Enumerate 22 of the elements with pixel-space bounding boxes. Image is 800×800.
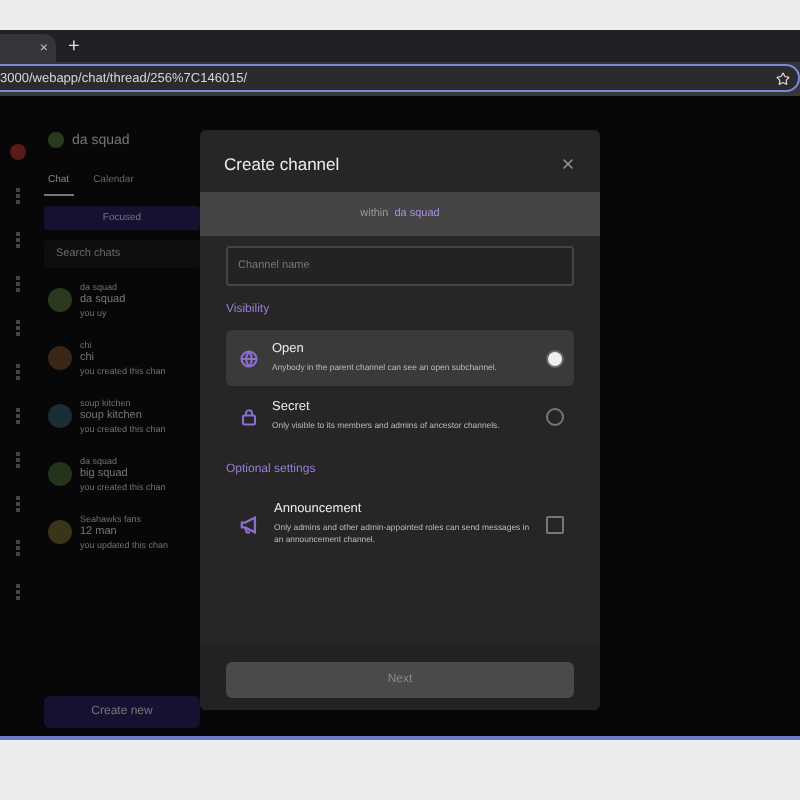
bookmark-star-icon[interactable] — [776, 71, 790, 85]
checkbox[interactable] — [546, 515, 564, 534]
rail-handle-icon[interactable] — [16, 452, 20, 468]
megaphone-icon — [240, 515, 260, 534]
rail-handle-icon[interactable] — [16, 320, 20, 336]
dialog-title: Create channel — [224, 154, 340, 174]
rail-handle-icon[interactable] — [16, 584, 20, 600]
team-avatar — [48, 132, 64, 148]
rail-handle-icon[interactable] — [16, 364, 20, 380]
rail-handle-icon[interactable] — [16, 276, 20, 292]
radio-button[interactable] — [546, 349, 564, 368]
globe-icon — [240, 349, 258, 368]
new-tab-button[interactable]: + — [68, 34, 80, 62]
radio-button[interactable] — [546, 407, 564, 426]
rail-handle-icon[interactable] — [16, 496, 20, 512]
rail-handle-icon[interactable] — [16, 232, 20, 248]
lock-icon — [240, 407, 258, 426]
rail-handle-icon[interactable] — [16, 540, 20, 556]
rail-handle-icon[interactable] — [16, 408, 20, 424]
close-button[interactable] — [560, 156, 576, 172]
profile-avatar[interactable] — [10, 144, 26, 160]
rail-handle-icon[interactable] — [16, 188, 20, 204]
